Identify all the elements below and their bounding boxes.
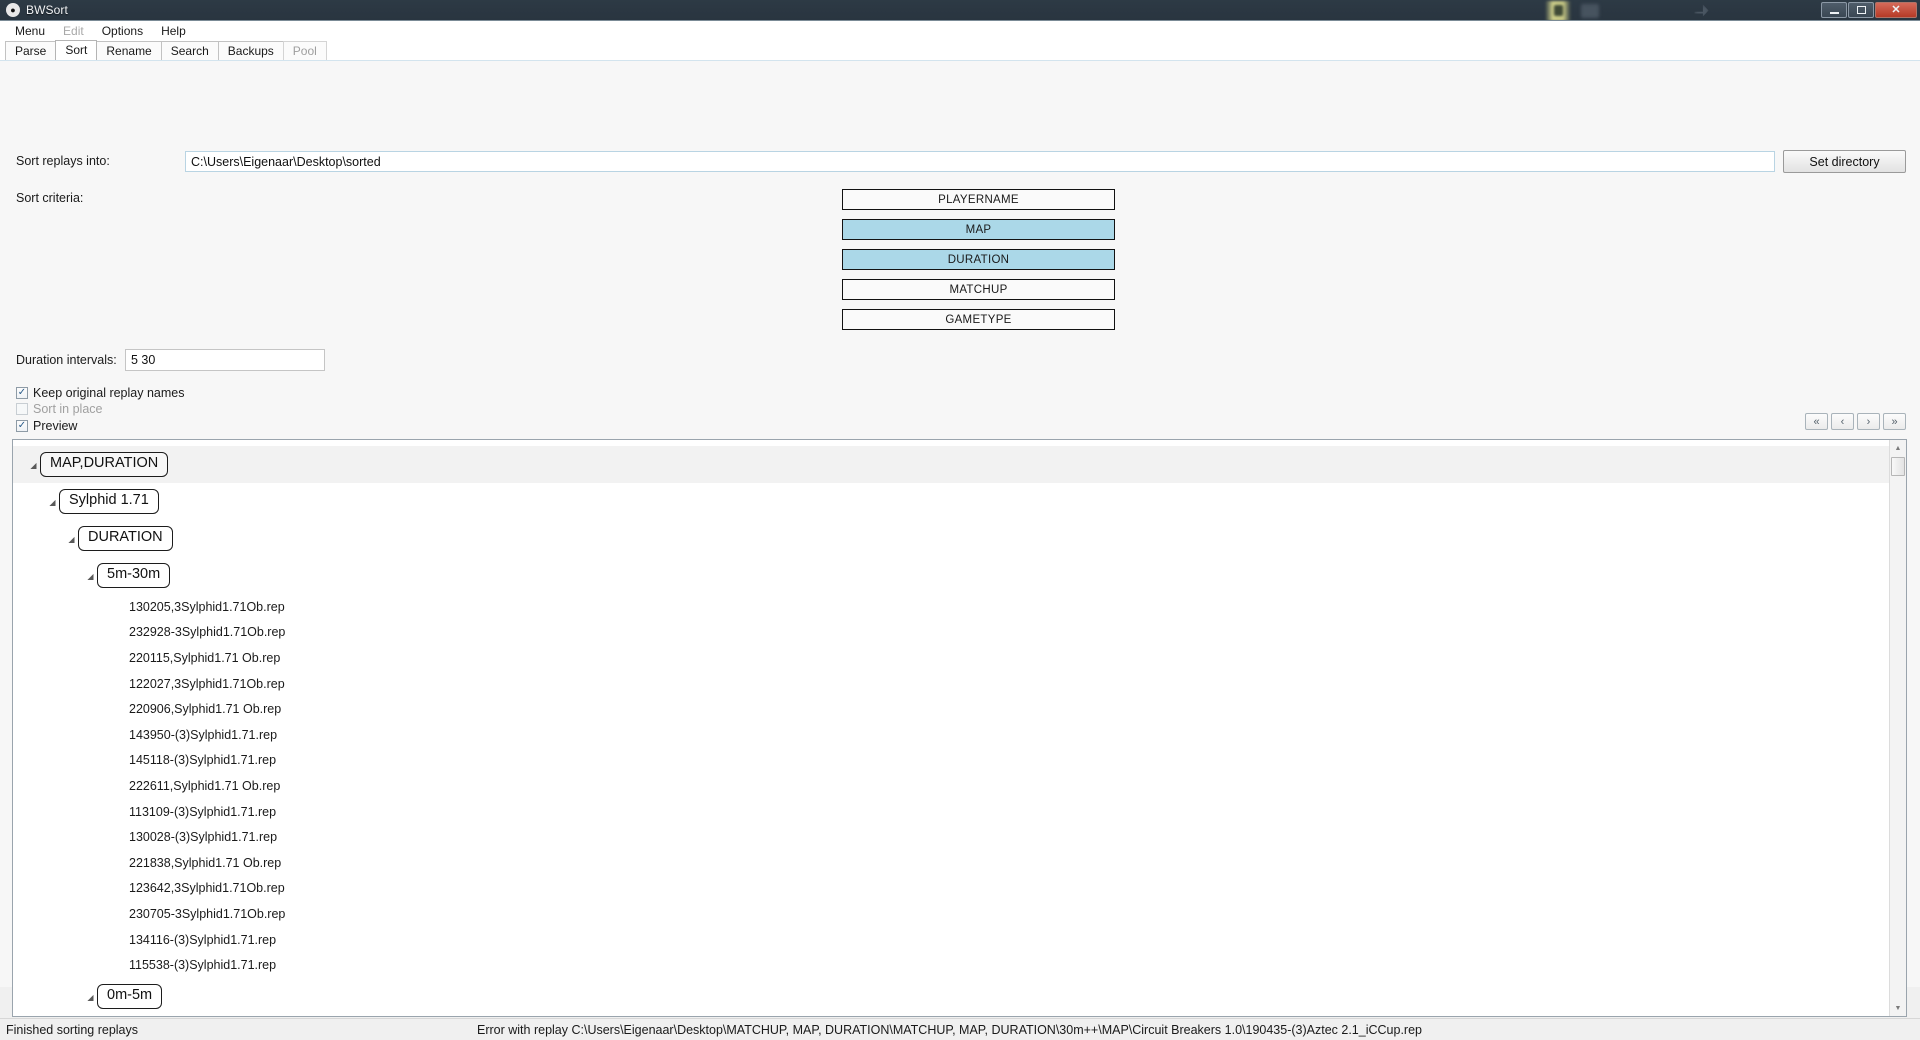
first-page-button[interactable]: « (1805, 413, 1828, 430)
next-page-button[interactable]: › (1857, 413, 1880, 430)
checkbox-preview[interactable]: ✓ Preview (16, 419, 77, 433)
criteria-button-duration[interactable]: DURATION (842, 249, 1115, 270)
blurred-arrow-icon (1694, 4, 1709, 17)
scrollbar-thumb[interactable] (1891, 457, 1905, 476)
collapse-arrow-icon[interactable]: ◢ (65, 535, 78, 544)
maximize-button[interactable] (1848, 2, 1874, 18)
sort-panel: Sort replays into: Set directory Sort cr… (0, 60, 1920, 1040)
criteria-button-matchup[interactable]: MATCHUP (842, 279, 1115, 300)
blurred-badge-icon (1545, 0, 1571, 20)
tree-file-item[interactable]: 123642,3Sylphid1.71Ob.rep (13, 876, 1889, 902)
tab-parse[interactable]: Parse (5, 41, 57, 60)
tree-node-sylphid[interactable]: ◢ Sylphid 1.71 (13, 483, 1889, 520)
tree-file-item[interactable]: 220906,Sylphid1.71 Ob.rep (13, 696, 1889, 722)
collapse-arrow-icon[interactable]: ◢ (27, 461, 40, 470)
tree-file-item[interactable]: 134116-(3)Sylphid1.71.rep (13, 927, 1889, 953)
scroll-down-arrow-icon[interactable]: ▼ (1890, 1000, 1906, 1016)
close-button[interactable]: ✕ (1875, 2, 1917, 18)
tree-file-item[interactable]: 130205,3Sylphid1.71Ob.rep (13, 594, 1889, 620)
blurred-thumbnail-icon (1581, 3, 1599, 18)
app-icon: ● (6, 3, 20, 17)
status-error-message: Error with replay C:\Users\Eigenaar\Desk… (477, 1022, 1422, 1037)
tree-node-duration[interactable]: ◢ DURATION (13, 520, 1889, 557)
menu-item-edit: Edit (63, 23, 84, 38)
tree-file-item[interactable]: 221838,Sylphid1.71 Ob.rep (13, 850, 1889, 876)
tree-node-label: 0m-5m (97, 983, 163, 1009)
sort-directory-input[interactable] (185, 151, 1775, 172)
tab-search[interactable]: Search (160, 41, 219, 60)
tree-node-label: DURATION (78, 526, 173, 551)
criteria-button-gametype[interactable]: GAMETYPE (842, 309, 1115, 330)
tree-file-item[interactable]: 115538-(3)Sylphid1.71.rep (13, 952, 1889, 978)
checkmark-icon: ✓ (16, 420, 28, 432)
collapse-arrow-icon[interactable]: ◢ (84, 993, 97, 1002)
window-controls: ✕ (1821, 2, 1917, 18)
prev-page-button[interactable]: ‹ (1831, 413, 1854, 430)
checkbox-sort-in-place: Sort in place (16, 402, 102, 416)
set-directory-button[interactable]: Set directory (1783, 150, 1906, 173)
tree-vertical-scrollbar[interactable]: ▲ ▼ (1889, 440, 1906, 1016)
duration-intervals-label: Duration intervals: (16, 353, 117, 367)
window-title: BWSort (26, 3, 68, 17)
status-bar: Finished sorting replays Error with repl… (0, 1018, 1920, 1040)
collapse-arrow-icon[interactable]: ◢ (46, 498, 59, 507)
checkbox-label: Preview (33, 419, 78, 433)
tab-strip: Parse Sort Rename Search Backups Pool (0, 40, 1920, 60)
tree-file-item[interactable]: 122027,3Sylphid1.71Ob.rep (13, 671, 1889, 697)
tree-file-item[interactable]: 130028-(3)Sylphid1.71.rep (13, 824, 1889, 850)
checkbox-label: Sort in place (33, 402, 103, 416)
tree-node-label: MAP,DURATION (40, 452, 169, 477)
checkbox-keep-original-names[interactable]: ✓ Keep original replay names (16, 386, 184, 400)
menu-item-options[interactable]: Options (93, 22, 152, 40)
title-bar: ● BWSort ✕ (0, 0, 1920, 21)
last-page-button[interactable]: » (1883, 413, 1906, 430)
checkmark-icon: ✓ (16, 387, 28, 399)
scroll-up-arrow-icon[interactable]: ▲ (1890, 440, 1906, 456)
tree-file-item[interactable]: 222611,Sylphid1.71 Ob.rep (13, 773, 1889, 799)
overlay-blurred-notification (1545, 0, 1709, 20)
checkbox-label: Keep original replay names (33, 386, 185, 400)
tab-pool[interactable]: Pool (282, 41, 327, 60)
sort-criteria-label: Sort criteria: (16, 191, 84, 205)
tab-sort[interactable]: Sort (55, 40, 98, 60)
blurred-overlay-text (1607, 5, 1635, 17)
tab-backups[interactable]: Backups (217, 41, 284, 60)
tree-file-item[interactable]: 113109-(3)Sylphid1.71.rep (13, 799, 1889, 825)
tree-node-0m-5m[interactable]: ◢ 0m-5m (13, 978, 1889, 1015)
tree-node-label: Sylphid 1.71 (59, 489, 159, 514)
tree-file-item[interactable]: 232928-3Sylphid1.71Ob.rep (13, 620, 1889, 646)
status-message: Finished sorting replays (6, 1022, 139, 1037)
minimize-button[interactable] (1821, 2, 1847, 18)
sort-directory-label: Sort replays into: (16, 154, 110, 168)
menu-bar: Menu Edit Options Help (0, 21, 1920, 40)
tab-rename[interactable]: Rename (96, 41, 162, 60)
tree-file-item[interactable]: 143950-(3)Sylphid1.71.rep (13, 722, 1889, 748)
preview-tree-content: ◢ MAP,DURATION ◢ Sylphid 1.71 ◢ DURATION… (13, 440, 1889, 1016)
menu-item-help[interactable]: Help (152, 22, 195, 40)
empty-checkbox-icon (16, 403, 28, 415)
menu-item-menu[interactable]: Menu (6, 22, 54, 40)
tree-file-item[interactable]: 230705-3Sylphid1.71Ob.rep (13, 901, 1889, 927)
criteria-button-map[interactable]: MAP (842, 219, 1115, 240)
duration-intervals-input[interactable] (125, 349, 325, 371)
tree-node-map-duration[interactable]: ◢ MAP,DURATION (13, 446, 1889, 483)
criteria-button-playername[interactable]: PLAYERNAME (842, 189, 1115, 210)
preview-tree[interactable]: ◢ MAP,DURATION ◢ Sylphid 1.71 ◢ DURATION… (12, 439, 1907, 1017)
collapse-arrow-icon[interactable]: ◢ (84, 572, 97, 581)
preview-pager: « ‹ › » (1805, 413, 1906, 430)
tree-file-item[interactable]: 145118-(3)Sylphid1.71.rep (13, 748, 1889, 774)
tree-node-label: 5m-30m (97, 563, 171, 588)
tree-node-5m-30m[interactable]: ◢ 5m-30m (13, 557, 1889, 594)
tree-file-item[interactable]: 220115,Sylphid1.71 Ob.rep (13, 645, 1889, 671)
